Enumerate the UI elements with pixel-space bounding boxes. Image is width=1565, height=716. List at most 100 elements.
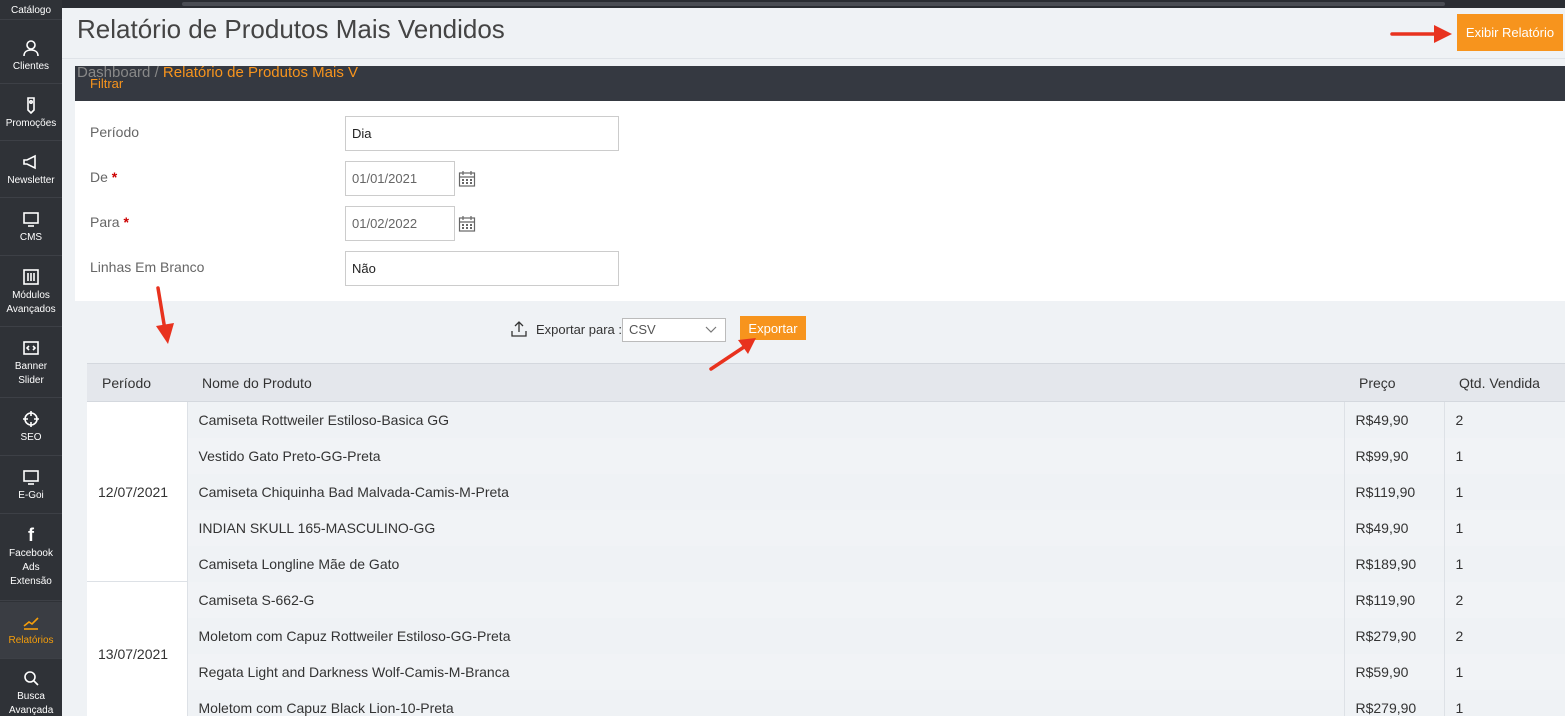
para-date-input[interactable]: 01/02/2022 <box>345 206 455 241</box>
de-label-text: De <box>90 169 108 185</box>
table-header-row: Período Nome do Produto Preço Qtd. Vendi… <box>87 363 1565 402</box>
sidebar-item-label: Busca Avançada <box>9 691 54 716</box>
table-row: INDIAN SKULL 165-MASCULINO-GG R$49,90 1 <box>87 509 1565 546</box>
sidebar-item-catalogo[interactable]: Catálogo <box>0 0 62 20</box>
qty-cell: 1 <box>1443 509 1565 546</box>
table-row: Vestido Gato Preto-GG-Preta R$99,90 1 <box>87 437 1565 474</box>
top-strip <box>62 0 1565 8</box>
de-date-input[interactable]: 01/01/2021 <box>345 161 455 196</box>
sidebar-item-label: Promoções <box>5 118 57 129</box>
col-header-preco[interactable]: Preço <box>1344 363 1444 402</box>
qty-cell: 1 <box>1443 653 1565 690</box>
sidebar-item-banner[interactable]: Banner Slider <box>0 328 62 398</box>
export-format-value: CSV <box>629 322 656 337</box>
sidebar-item-egoi[interactable]: E-Goi <box>0 457 62 514</box>
price-cell: R$49,90 <box>1343 509 1444 546</box>
filter-title[interactable]: Filtrar <box>90 76 123 91</box>
header-divider <box>62 58 1565 59</box>
required-mark: * <box>123 214 129 230</box>
required-mark: * <box>111 169 118 185</box>
facebook-icon: f <box>28 525 34 545</box>
col-header-produto[interactable]: Nome do Produto <box>187 363 1344 402</box>
table-row: Camiseta Longline Mãe de Gato R$189,90 1 <box>87 545 1565 582</box>
sidebar-item-label: CMS <box>19 232 43 243</box>
monitor-icon <box>21 209 41 229</box>
filter-panel-body <box>75 101 1565 301</box>
price-cell: R$189,90 <box>1343 545 1444 582</box>
product-name-cell: Vestido Gato Preto-GG-Preta <box>186 437 1344 474</box>
linhas-label: Linhas Em Branco <box>90 259 205 275</box>
export-label: Exportar para : <box>536 321 622 337</box>
sidebar-item-label: SEO <box>20 432 42 443</box>
product-name-cell: Camiseta S-662-G <box>186 581 1344 618</box>
col-header-periodo[interactable]: Período <box>87 363 187 402</box>
price-cell: R$279,90 <box>1343 617 1444 654</box>
periodo-label: Período <box>90 124 140 140</box>
period-cell: 12/07/2021 <box>87 401 187 582</box>
sidebar: Catálogo Clientes Promoções Newsletter C… <box>0 0 62 716</box>
product-name-cell: Camiseta Longline Mãe de Gato <box>186 545 1344 582</box>
crosshair-icon <box>21 409 41 429</box>
product-name-cell: Camiseta Chiquinha Bad Malvada-Camis-M-P… <box>186 473 1344 510</box>
user-icon <box>21 38 41 58</box>
breadcrumb-current: Relatório de Produtos Mais V <box>162 64 359 81</box>
qty-cell: 1 <box>1443 437 1565 474</box>
chevron-down-icon <box>705 326 717 333</box>
product-name-cell: INDIAN SKULL 165-MASCULINO-GG <box>186 509 1344 546</box>
sidebar-item-label: E-Goi <box>18 490 44 501</box>
table-row: Regata Light and Darkness Wolf-Camis-M-B… <box>87 653 1565 690</box>
sidebar-item-cms[interactable]: CMS <box>0 199 62 256</box>
qty-cell: 2 <box>1443 401 1565 438</box>
chart-line-icon <box>21 612 41 632</box>
product-name-cell: Moletom com Capuz Black Lion-10-Preta <box>186 689 1344 716</box>
tag-icon <box>21 95 41 115</box>
period-cell: 13/07/2021 <box>87 581 187 716</box>
sliders-icon <box>21 267 41 287</box>
megaphone-icon <box>21 152 41 172</box>
sidebar-item-label: Módulos Avançados <box>6 290 56 315</box>
linhas-select[interactable]: Não <box>345 251 619 286</box>
table-row: Moletom com Capuz Black Lion-10-Preta R$… <box>87 689 1565 716</box>
sidebar-item-label: Catálogo <box>10 5 52 16</box>
price-cell: R$119,90 <box>1343 473 1444 510</box>
product-name-cell: Camiseta Rottweiler Estiloso-Basica GG <box>186 401 1344 438</box>
para-label-text: Para <box>90 214 120 230</box>
report-table: Período Nome do Produto Preço Qtd. Vendi… <box>87 363 1565 716</box>
qty-cell: 1 <box>1443 689 1565 716</box>
sidebar-item-label: Banner Slider <box>14 361 48 386</box>
sidebar-item-newsletter[interactable]: Newsletter <box>0 142 62 198</box>
para-label: Para * <box>90 214 129 230</box>
sidebar-item-busca[interactable]: Busca Avançada <box>0 660 62 716</box>
annotation-arrow-right-icon <box>1390 25 1452 43</box>
periodo-select[interactable]: Dia <box>345 116 619 151</box>
sidebar-item-clientes[interactable]: Clientes <box>0 28 62 84</box>
code-icon <box>21 338 41 358</box>
product-name-cell: Regata Light and Darkness Wolf-Camis-M-B… <box>186 653 1344 690</box>
table-row: 13/07/2021 Camiseta S-662-G R$119,90 2 <box>87 581 1565 716</box>
col-header-qtd[interactable]: Qtd. Vendida <box>1444 363 1565 402</box>
table-row: Camiseta Chiquinha Bad Malvada-Camis-M-P… <box>87 473 1565 510</box>
sidebar-item-seo[interactable]: SEO <box>0 399 62 456</box>
monitor-icon <box>21 467 41 487</box>
product-name-cell: Moletom com Capuz Rottweiler Estiloso-GG… <box>186 617 1344 654</box>
sidebar-item-facebook[interactable]: f Facebook Ads Extensão <box>0 515 62 601</box>
qty-cell: 1 <box>1443 473 1565 510</box>
sidebar-item-modulos[interactable]: Módulos Avançados <box>0 257 62 327</box>
de-label: De * <box>90 169 117 185</box>
calendar-icon[interactable] <box>458 215 476 233</box>
annotation-arrow-down-icon <box>156 286 174 344</box>
price-cell: R$49,90 <box>1343 401 1444 438</box>
upload-icon <box>511 321 527 337</box>
sidebar-item-label: Facebook Ads Extensão <box>9 548 53 587</box>
price-cell: R$99,90 <box>1343 437 1444 474</box>
qty-cell: 2 <box>1443 617 1565 654</box>
qty-cell: 1 <box>1443 545 1565 582</box>
sidebar-item-label: Newsletter <box>7 175 55 186</box>
table-row: 12/07/2021 Camiseta Rottweiler Estiloso-… <box>87 401 1565 582</box>
price-cell: R$119,90 <box>1343 581 1444 618</box>
sidebar-item-relatorios[interactable]: Relatórios <box>0 602 62 659</box>
calendar-icon[interactable] <box>458 170 476 188</box>
annotation-arrow-up-icon <box>709 338 756 371</box>
show-report-button[interactable]: Exibir Relatório <box>1457 14 1563 51</box>
sidebar-item-promocoes[interactable]: Promoções <box>0 85 62 141</box>
